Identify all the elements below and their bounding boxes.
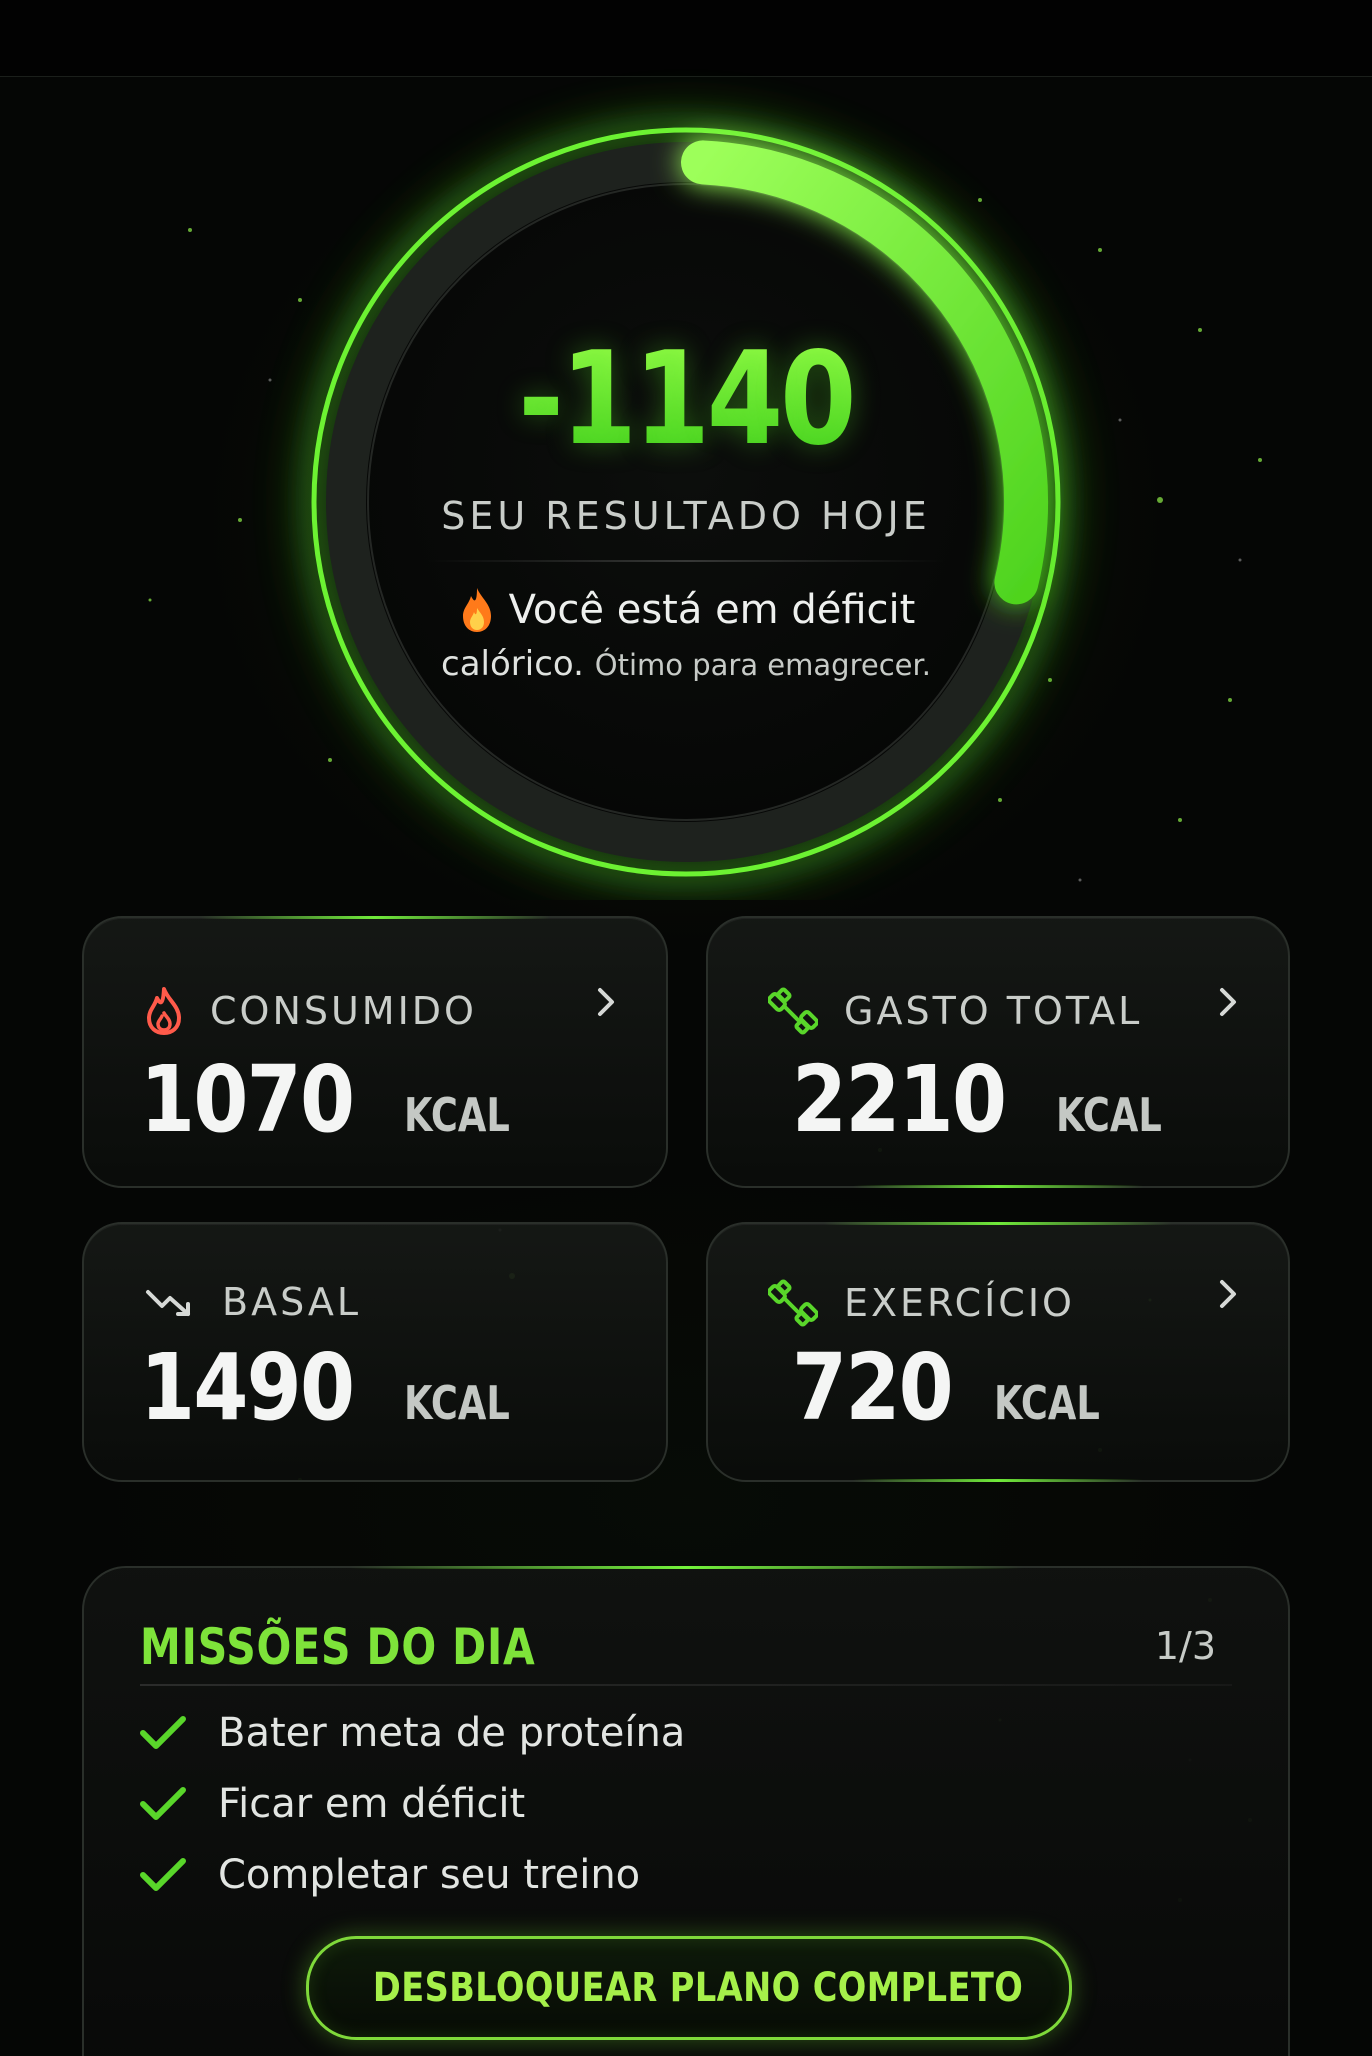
card-value: 1070 KCAL: [140, 1046, 536, 1153]
card-value-number: 1490: [140, 1334, 355, 1441]
card-title: EXERCÍCIO: [844, 1281, 1075, 1325]
dumbbell-icon: [768, 1279, 818, 1327]
flame-icon: [147, 987, 181, 1035]
dumbbell-icon: [768, 987, 818, 1035]
result-summary: -1140 SEU RESULTADO HOJE Você está em dé…: [386, 330, 986, 684]
card-title: GASTO TOTAL: [844, 989, 1143, 1033]
card-value-number: 1070: [140, 1046, 355, 1153]
card-glow: [200, 916, 550, 919]
result-label: SEU RESULTADO HOJE: [441, 494, 931, 538]
card-glow: [853, 1479, 1143, 1482]
chevron-right-icon[interactable]: [1208, 1274, 1248, 1314]
chevron-right-icon[interactable]: [1208, 982, 1248, 1022]
check-icon: [140, 1858, 186, 1891]
card-exercise[interactable]: EXERCÍCIO 720 KCAL: [706, 1222, 1290, 1482]
card-title: CONSUMIDO: [210, 989, 477, 1033]
card-value: 720 KCAL: [792, 1334, 1126, 1441]
trend-down-icon: [146, 1290, 190, 1316]
card-header: CONSUMIDO: [144, 986, 477, 1036]
card-total-spent[interactable]: GASTO TOTAL 2210 KCAL: [706, 916, 1290, 1188]
chevron-right-icon[interactable]: [586, 982, 626, 1022]
card-header: BASAL: [144, 1280, 361, 1324]
card-glow: [824, 1222, 1172, 1225]
card-value: 2210 KCAL: [792, 1046, 1188, 1153]
deficit-message-text: Você está em déficit: [508, 587, 916, 633]
card-header: GASTO TOTAL: [768, 986, 1142, 1036]
card-header: EXERCÍCIO: [768, 1278, 1075, 1328]
missions-divider: [140, 1684, 1232, 1686]
deficit-message-small: Ótimo para emagrecer.: [594, 648, 931, 682]
card-basal: BASAL 1490 KCAL: [82, 1222, 668, 1482]
check-icon: [140, 1787, 186, 1820]
result-divider: [426, 560, 946, 562]
card-value-unit: KCAL: [1056, 1088, 1162, 1142]
mission-item[interactable]: Completar seu treino: [138, 1852, 640, 1898]
mission-label: Ficar em déficit: [218, 1781, 526, 1827]
mission-label: Completar seu treino: [218, 1852, 641, 1898]
deficit-message-cont: calórico.: [441, 644, 584, 684]
mission-item[interactable]: Bater meta de proteína: [138, 1710, 685, 1756]
card-value-number: 2210: [792, 1046, 1007, 1153]
card-value-number: 720: [792, 1334, 954, 1441]
mission-item[interactable]: Ficar em déficit: [138, 1781, 525, 1827]
deficit-message-line2: calórico. Ótimo para emagrecer.: [386, 644, 986, 684]
app-screen: -1140 SEU RESULTADO HOJE Você está em dé…: [0, 0, 1372, 2056]
unlock-plan-button[interactable]: DESBLOQUEAR PLANO COMPLETO: [306, 1936, 1072, 2040]
card-value-unit: KCAL: [404, 1088, 510, 1142]
missions-title: MISSÕES DO DIA: [140, 1618, 536, 1676]
card-title: BASAL: [222, 1280, 362, 1324]
missions-count: 1/3: [1154, 1624, 1216, 1668]
check-icon: [140, 1716, 186, 1749]
result-value: -1140: [518, 325, 857, 474]
deficit-message: Você está em déficit: [386, 586, 986, 634]
card-glow: [853, 1185, 1143, 1188]
panel-glow: [348, 1566, 1024, 1569]
fire-icon: [462, 588, 491, 632]
unlock-plan-label: DESBLOQUEAR PLANO COMPLETO: [372, 1965, 1024, 2011]
card-value-unit: KCAL: [994, 1376, 1100, 1430]
card-value: 1490 KCAL: [140, 1334, 536, 1441]
mission-label: Bater meta de proteína: [218, 1710, 686, 1756]
daily-missions-panel: MISSÕES DO DIA 1/3 Bater meta de proteín…: [82, 1566, 1290, 2056]
card-value-unit: KCAL: [404, 1376, 510, 1430]
card-consumed[interactable]: CONSUMIDO 1070 KCAL: [82, 916, 668, 1188]
